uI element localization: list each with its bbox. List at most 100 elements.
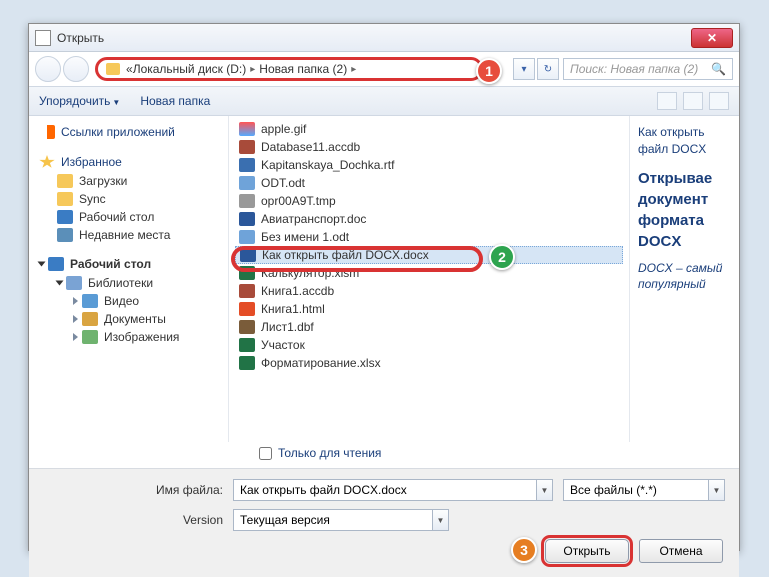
desktop-icon xyxy=(48,257,64,271)
filename-input[interactable]: Как открыть файл DOCX.docx xyxy=(233,479,537,501)
chevron-down-icon: ▼ xyxy=(112,98,120,107)
gif-icon xyxy=(239,122,255,136)
breadcrumb-seg-0[interactable]: Локальный диск (D:) xyxy=(133,62,247,76)
forward-button[interactable] xyxy=(63,56,89,82)
vlc-icon xyxy=(39,125,55,139)
sidebar-favorites[interactable]: Избранное xyxy=(39,152,228,172)
tmp-icon xyxy=(239,194,255,208)
breadcrumb-seg-1[interactable]: Новая папка (2) xyxy=(259,62,347,76)
file-row[interactable]: Участок xyxy=(235,336,623,354)
file-row[interactable]: Авиатранспорт.doc xyxy=(235,210,623,228)
accdb-icon xyxy=(239,284,255,298)
callout-2: 2 xyxy=(489,244,515,270)
folder-icon xyxy=(57,174,73,188)
chevron-right-icon: ▸ xyxy=(351,64,356,75)
video-icon xyxy=(82,294,98,308)
file-row[interactable]: Книга1.accdb xyxy=(235,282,623,300)
open-button[interactable]: Открыть xyxy=(545,539,629,563)
search-input[interactable]: Поиск: Новая папка (2) 🔍 xyxy=(563,58,733,80)
bottom-panel: Имя файла: Как открыть файл DOCX.docx ▼ … xyxy=(29,468,739,577)
preview-title: Как открыть файл DOCX xyxy=(638,124,731,158)
odt-icon xyxy=(239,230,255,244)
tree-expand-icon[interactable] xyxy=(73,333,78,341)
document-icon xyxy=(35,30,51,46)
file-row[interactable]: ODT.odt xyxy=(235,174,623,192)
readonly-checkbox[interactable] xyxy=(259,447,272,460)
sidebar-item-images[interactable]: Изображения xyxy=(39,328,228,346)
star-icon xyxy=(39,155,55,169)
sidebar-desktop-root[interactable]: Рабочий стол xyxy=(39,254,228,274)
odt-icon xyxy=(239,176,255,190)
file-row[interactable]: Книга1.html xyxy=(235,300,623,318)
file-name: apple.gif xyxy=(261,122,306,136)
tree-expand-icon[interactable] xyxy=(56,281,64,286)
folder-icon xyxy=(106,63,120,75)
filetype-dropdown[interactable]: ▼ xyxy=(709,479,725,501)
breadcrumb[interactable]: « Локальный диск (D:) ▸ Новая папка (2) … xyxy=(95,57,483,81)
filetype-filter[interactable]: Все файлы (*.*) xyxy=(563,479,709,501)
file-name: Калькулятор.xlsm xyxy=(261,266,359,280)
file-name: Как открыть файл DOCX.docx xyxy=(262,248,429,262)
cancel-button[interactable]: Отмена xyxy=(639,539,723,563)
preview-pane: Как открыть файл DOCX Открывае документ … xyxy=(629,116,739,442)
file-row[interactable]: Database11.accdb xyxy=(235,138,623,156)
file-name: Форматирование.xlsx xyxy=(261,356,381,370)
view-button[interactable] xyxy=(657,92,677,110)
xlsm-icon xyxy=(239,266,255,280)
sidebar-libraries[interactable]: Библиотеки xyxy=(39,274,228,292)
back-button[interactable] xyxy=(35,56,61,82)
nav-controls: ▾ ↻ xyxy=(513,58,559,80)
tree-expand-icon[interactable] xyxy=(38,262,46,267)
file-name: Книга1.html xyxy=(261,302,325,316)
sidebar-item-documents[interactable]: Документы xyxy=(39,310,228,328)
doc-icon xyxy=(239,212,255,226)
callout-1: 1 xyxy=(476,58,502,84)
sidebar: Ссылки приложений Избранное Загрузки Syn… xyxy=(29,116,229,442)
organize-button[interactable]: Упорядочить▼ xyxy=(39,94,120,108)
preview-heading: Открывае документ формата DOCX xyxy=(638,168,731,252)
filename-dropdown[interactable]: ▼ xyxy=(537,479,553,501)
file-name: Авиатранспорт.doc xyxy=(261,212,366,226)
main-area: Ссылки приложений Избранное Загрузки Syn… xyxy=(29,116,739,442)
sidebar-item-recent[interactable]: Недавние места xyxy=(39,226,228,244)
sidebar-app-links[interactable]: Ссылки приложений xyxy=(39,122,228,142)
sidebar-item-downloads[interactable]: Загрузки xyxy=(39,172,228,190)
xlsx-icon xyxy=(239,356,255,370)
help-button[interactable] xyxy=(709,92,729,110)
file-row[interactable]: Лист1.dbf xyxy=(235,318,623,336)
sidebar-item-video[interactable]: Видео xyxy=(39,292,228,310)
file-row[interactable]: Калькулятор.xlsm xyxy=(235,264,623,282)
new-folder-button[interactable]: Новая папка xyxy=(140,94,210,108)
html-icon xyxy=(239,302,255,316)
refresh-icon[interactable]: ↻ xyxy=(537,58,559,80)
tree-expand-icon[interactable] xyxy=(73,297,78,305)
file-name: Без имени 1.odt xyxy=(261,230,349,244)
version-dropdown[interactable]: ▼ xyxy=(433,509,449,531)
file-row[interactable]: Как открыть файл DOCX.docx xyxy=(235,246,623,264)
sidebar-item-sync[interactable]: Sync xyxy=(39,190,228,208)
sidebar-item-desktop[interactable]: Рабочий стол xyxy=(39,208,228,226)
nav-buttons xyxy=(35,56,91,82)
dropdown-icon[interactable]: ▾ xyxy=(513,58,535,80)
navigation-row: « Локальный диск (D:) ▸ Новая папка (2) … xyxy=(29,52,739,86)
file-row[interactable]: opr00A9T.tmp xyxy=(235,192,623,210)
file-list[interactable]: 2 apple.gif Database11.accdb Kapitanskaya_… xyxy=(229,116,629,442)
preview-toggle-button[interactable] xyxy=(683,92,703,110)
file-row[interactable]: Форматирование.xlsx xyxy=(235,354,623,372)
file-row[interactable]: apple.gif xyxy=(235,120,623,138)
file-name: Лист1.dbf xyxy=(261,320,314,334)
breadcrumb-prefix: « xyxy=(126,62,133,76)
close-button[interactable]: ✕ xyxy=(691,28,733,48)
recent-icon xyxy=(57,228,73,242)
tree-expand-icon[interactable] xyxy=(73,315,78,323)
documents-icon xyxy=(82,312,98,326)
file-row[interactable]: Без имени 1.odt xyxy=(235,228,623,246)
images-icon xyxy=(82,330,98,344)
callout-3: 3 xyxy=(511,537,537,563)
filename-label: Имя файла: xyxy=(43,483,233,497)
dbf-icon xyxy=(239,320,255,334)
readonly-row: Только для чтения xyxy=(29,442,739,468)
version-select[interactable]: Текущая версия xyxy=(233,509,433,531)
file-row[interactable]: Kapitanskaya_Dochka.rtf xyxy=(235,156,623,174)
file-name: Kapitanskaya_Dochka.rtf xyxy=(261,158,394,172)
